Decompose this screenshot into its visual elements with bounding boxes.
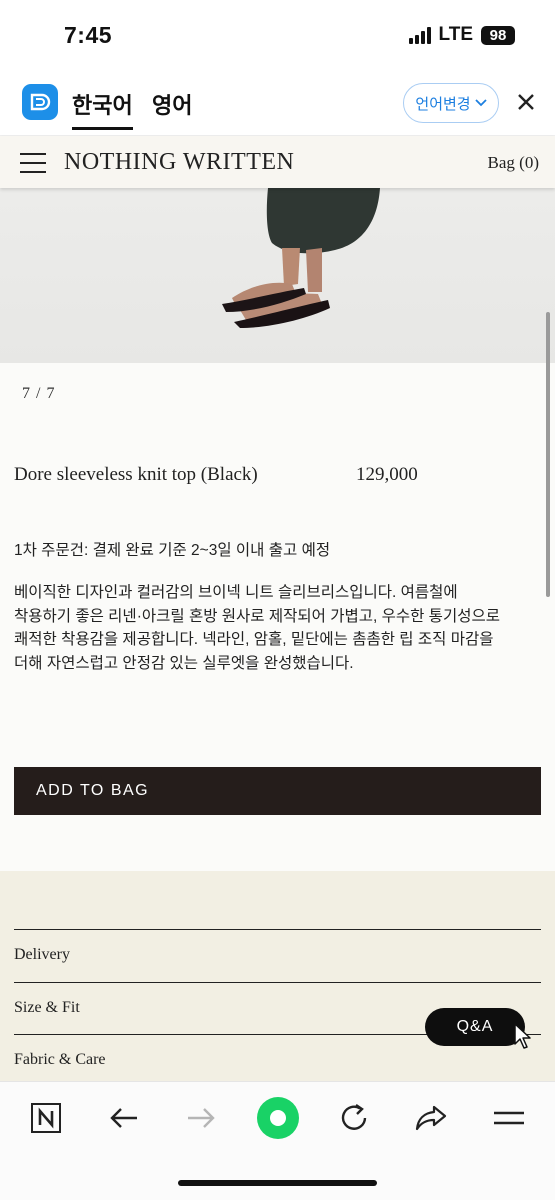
- product-details: 7 / 7 Dore sleeveless knit top (Black) 1…: [0, 363, 555, 871]
- language-change-label: 언어변경: [415, 95, 471, 113]
- back-arrow-icon[interactable]: [104, 1098, 144, 1138]
- record-icon[interactable]: [256, 1096, 300, 1140]
- divider: [14, 982, 541, 983]
- product-description: 베이직한 디자인과 컬러감의 브이넥 니트 슬리브리스입니다. 여름철에 착용하…: [14, 581, 541, 675]
- accordion-fabric-care[interactable]: Fabric & Care: [14, 1051, 106, 1069]
- n-logo-icon[interactable]: [26, 1098, 66, 1138]
- shipping-note: 1차 주문건: 결제 완료 기준 2~3일 이내 출고 예정: [14, 542, 331, 559]
- forward-arrow-icon[interactable]: [181, 1098, 221, 1138]
- hamburger-menu-icon[interactable]: [20, 153, 46, 173]
- description-line: 착용하기 좋은 리넨·아크릴 혼방 원사로 제작되어 가볍고, 우수한 통기성으…: [14, 607, 500, 625]
- menu-icon[interactable]: [489, 1098, 529, 1138]
- translate-app-icon: [22, 84, 58, 120]
- qa-button[interactable]: Q&A: [425, 1008, 525, 1046]
- chevron-down-icon: [474, 99, 487, 107]
- product-info-accordion: Delivery Size & Fit Fabric & Care: [0, 871, 555, 1081]
- scrollbar[interactable]: [546, 312, 550, 597]
- battery-icon: 98: [481, 25, 515, 45]
- add-to-bag-button[interactable]: ADD TO BAG: [14, 767, 541, 815]
- site-header: NOTHING WRITTEN Bag (0): [0, 136, 555, 188]
- description-line: 더해 자연스럽고 안정감 있는 실루엣을 완성했습니다.: [14, 654, 354, 672]
- brand-logo[interactable]: NOTHING WRITTEN: [64, 149, 294, 176]
- close-icon[interactable]: [514, 90, 538, 114]
- signal-icon: [408, 26, 431, 44]
- accordion-size-fit[interactable]: Size & Fit: [14, 999, 80, 1017]
- cursor-icon: [514, 1023, 531, 1049]
- accordion-delivery[interactable]: Delivery: [14, 946, 70, 964]
- bag-link[interactable]: Bag (0): [488, 153, 539, 173]
- reload-icon[interactable]: [334, 1098, 374, 1138]
- tab-korean[interactable]: 한국어: [72, 88, 133, 130]
- description-line: 쾌적한 착용감을 제공합니다. 넥라인, 암홀, 밑단에는 촘촘한 립 조직 마…: [14, 631, 494, 648]
- product-price: 129,000: [356, 464, 418, 485]
- product-image[interactable]: [0, 188, 555, 363]
- description-line: 베이직한 디자인과 컬러감의 브이넥 니트 슬리브리스입니다. 여름철에: [14, 584, 458, 601]
- tab-english[interactable]: 영어: [152, 88, 192, 120]
- status-indicators: LTE 98: [408, 24, 515, 46]
- network-label: LTE: [438, 24, 473, 45]
- home-indicator[interactable]: [178, 1180, 377, 1186]
- language-change-button[interactable]: 언어변경: [403, 83, 499, 123]
- share-icon[interactable]: [411, 1098, 451, 1138]
- status-bar: 7:45 LTE 98: [0, 0, 555, 70]
- product-photo: [222, 188, 380, 328]
- status-time: 7:45: [64, 22, 113, 48]
- translate-bar: 한국어 영어 언어변경: [0, 70, 555, 136]
- image-counter: 7 / 7: [22, 385, 56, 402]
- divider: [14, 929, 541, 930]
- product-name: Dore sleeveless knit top (Black): [14, 464, 258, 485]
